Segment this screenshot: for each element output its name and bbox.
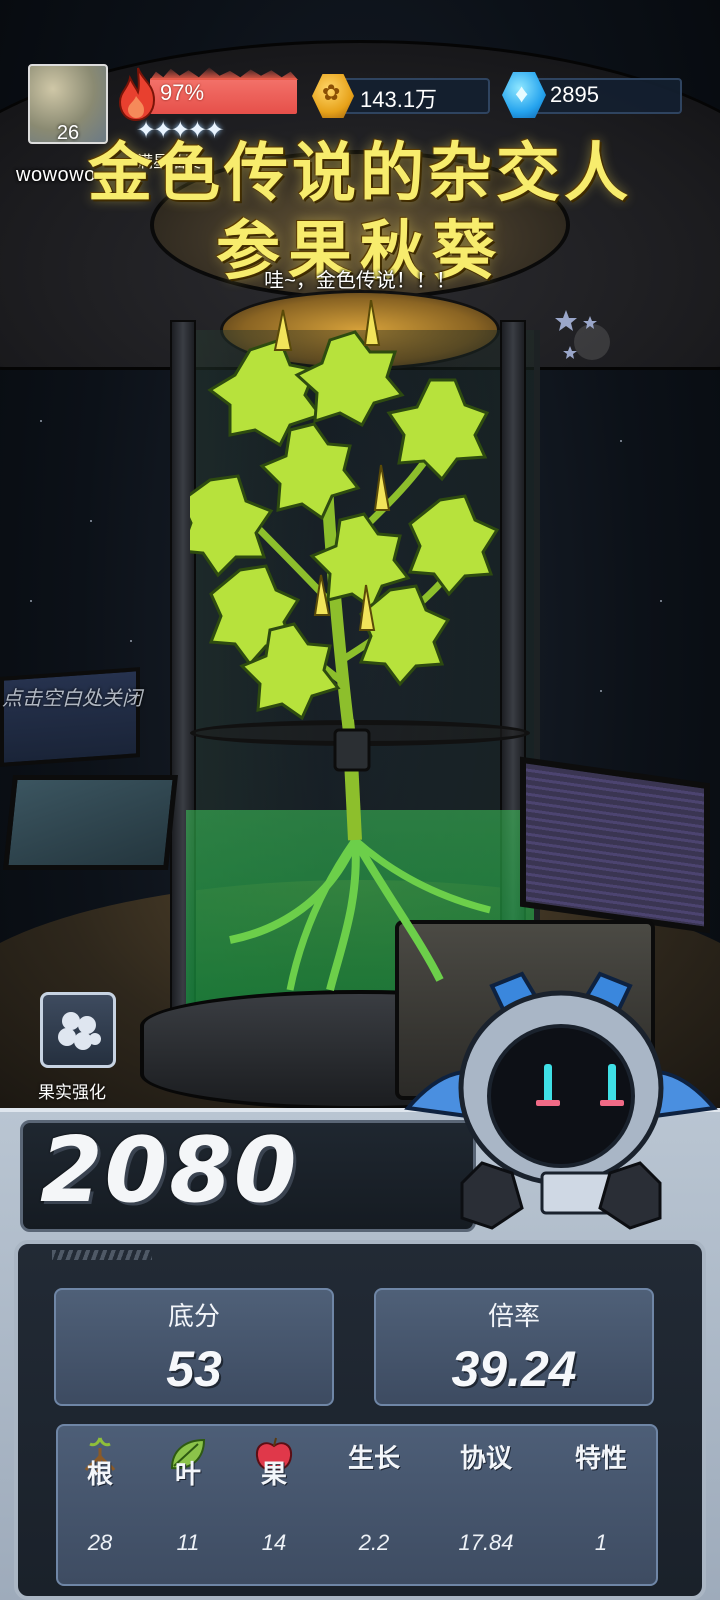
attribute-name-growth: 生长 xyxy=(347,1443,400,1473)
panel-grill-decoration xyxy=(52,1250,152,1260)
multiplier-value: 39.24 xyxy=(451,1341,577,1397)
fruit-enhance-button[interactable] xyxy=(40,992,116,1068)
attribute-name-trait: 特性 xyxy=(574,1443,627,1473)
base-score-value: 53 xyxy=(166,1341,222,1397)
multiplier-label: 倍率 xyxy=(487,1301,540,1331)
attribute-name-leaf: 叶 xyxy=(174,1459,201,1489)
tap-blank-to-close-hint[interactable]: 点击空白处关闭 xyxy=(2,682,142,711)
star xyxy=(620,440,622,442)
robot-mascot xyxy=(404,971,718,1230)
attribute-value-fruit: 14 xyxy=(261,1530,287,1555)
attribute-name-protocol: 协议 xyxy=(459,1443,512,1473)
coin-amount: 143.1万 xyxy=(360,87,438,112)
star xyxy=(130,640,132,642)
sparkle-stars-icon xyxy=(555,310,610,360)
star xyxy=(40,420,42,422)
star xyxy=(660,600,662,602)
attribute-value-root: 28 xyxy=(87,1530,113,1555)
star xyxy=(90,520,92,522)
fruit-enhance-label: 果实强化 xyxy=(38,1083,106,1102)
attribute-value-protocol: 17.84 xyxy=(458,1530,514,1555)
berries-icon xyxy=(58,1012,101,1050)
total-score: 2080 xyxy=(40,1118,299,1223)
attribute-value-leaf: 11 xyxy=(176,1530,200,1555)
console-screen-right xyxy=(520,756,710,934)
energy-percent: 97% xyxy=(160,80,205,105)
base-score-label: 底分 xyxy=(167,1301,220,1331)
star xyxy=(600,690,602,692)
gem-counter[interactable] xyxy=(522,78,682,114)
console-desk-left xyxy=(3,775,178,870)
attribute-value-trait: 1 xyxy=(594,1530,608,1555)
attribute-value-growth: 2.2 xyxy=(358,1530,390,1555)
gem-amount: 2895 xyxy=(550,82,599,107)
okra-plant-illustration xyxy=(190,300,500,991)
star xyxy=(30,600,32,602)
result-subtitle: 哇~，金色传说！！！ xyxy=(264,270,456,292)
attribute-name-root: 根 xyxy=(86,1459,113,1489)
fire-icon xyxy=(118,67,156,122)
attribute-name-fruit: 果 xyxy=(260,1459,287,1489)
